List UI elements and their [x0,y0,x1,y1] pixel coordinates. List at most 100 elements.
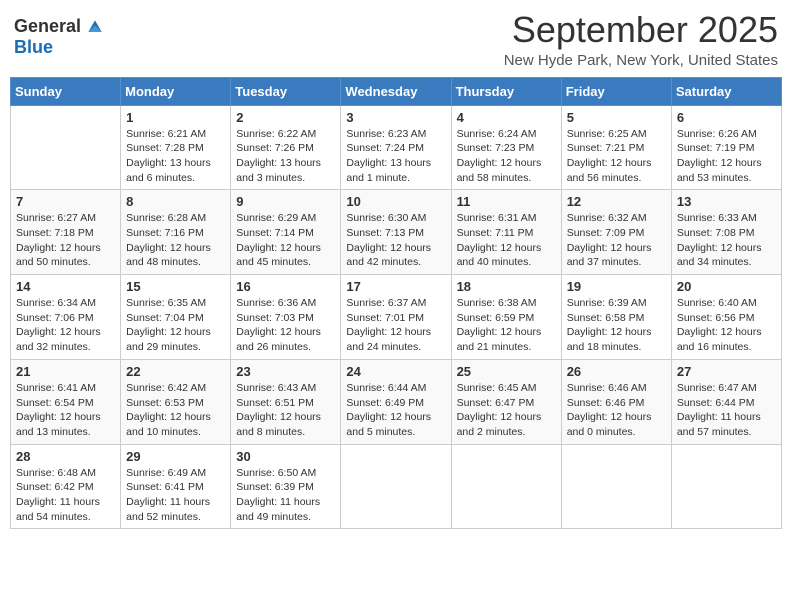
day-info: Sunrise: 6:21 AMSunset: 7:28 PMDaylight:… [126,127,225,186]
weekday-header-saturday: Saturday [671,77,781,105]
day-number: 22 [126,364,225,379]
day-number: 4 [457,110,556,125]
calendar-cell: 2 Sunrise: 6:22 AMSunset: 7:26 PMDaylight… [231,105,341,190]
calendar-cell: 17 Sunrise: 6:37 AMSunset: 7:01 PMDayligh… [341,275,451,360]
weekday-header-thursday: Thursday [451,77,561,105]
day-number: 27 [677,364,776,379]
calendar-cell: 24 Sunrise: 6:44 AMSunset: 6:49 PMDayligh… [341,359,451,444]
calendar-cell: 20 Sunrise: 6:40 AMSunset: 6:56 PMDayligh… [671,275,781,360]
calendar-cell: 29 Sunrise: 6:49 AMSunset: 6:41 PMDayligh… [121,444,231,529]
weekday-header-wednesday: Wednesday [341,77,451,105]
calendar-cell: 7Sunrise: 6:27 AMSunset: 7:18 PMDaylight… [11,190,121,275]
day-info: Sunrise: 6:45 AMSunset: 6:47 PMDaylight:… [457,381,556,440]
calendar-cell: 12Sunrise: 6:32 AMSunset: 7:09 PMDayligh… [561,190,671,275]
day-number: 17 [346,279,445,294]
day-info: Sunrise: 6:42 AMSunset: 6:53 PMDaylight:… [126,381,225,440]
calendar-cell: 18 Sunrise: 6:38 AMSunset: 6:59 PMDayligh… [451,275,561,360]
day-info: Sunrise: 6:31 AMSunset: 7:11 PMDaylight:… [457,211,556,270]
logo-general: General [14,16,81,37]
day-info: Sunrise: 6:38 AMSunset: 6:59 PMDaylight:… [457,296,556,355]
day-number: 26 [567,364,666,379]
day-number: 18 [457,279,556,294]
day-info: Sunrise: 6:36 AMSunset: 7:03 PMDaylight:… [236,296,335,355]
day-number: 3 [346,110,445,125]
day-number: 5 [567,110,666,125]
calendar-cell: 6Sunrise: 6:26 AMSunset: 7:19 PMDaylight… [671,105,781,190]
calendar-week-row: 1 Sunrise: 6:21 AMSunset: 7:28 PMDaylight… [11,105,782,190]
calendar-cell [341,444,451,529]
calendar-cell: 28 Sunrise: 6:48 AMSunset: 6:42 PMDayligh… [11,444,121,529]
day-info: Sunrise: 6:24 AMSunset: 7:23 PMDaylight:… [457,127,556,186]
day-info: Sunrise: 6:40 AMSunset: 6:56 PMDaylight:… [677,296,776,355]
day-number: 2 [236,110,335,125]
day-info: Sunrise: 6:28 AMSunset: 7:16 PMDaylight:… [126,211,225,270]
day-number: 15 [126,279,225,294]
day-number: 20 [677,279,776,294]
day-number: 16 [236,279,335,294]
day-number: 19 [567,279,666,294]
day-info: Sunrise: 6:29 AMSunset: 7:14 PMDaylight:… [236,211,335,270]
calendar-week-row: 7Sunrise: 6:27 AMSunset: 7:18 PMDaylight… [11,190,782,275]
calendar-cell: 14 Sunrise: 6:34 AMSunset: 7:06 PMDayligh… [11,275,121,360]
day-info: Sunrise: 6:25 AMSunset: 7:21 PMDaylight:… [567,127,666,186]
month-title: September 2025 [504,10,778,50]
calendar-cell [451,444,561,529]
day-info: Sunrise: 6:48 AMSunset: 6:42 PMDaylight:… [16,466,115,525]
weekday-header-tuesday: Tuesday [231,77,341,105]
day-number: 13 [677,194,776,209]
day-info: Sunrise: 6:30 AMSunset: 7:13 PMDaylight:… [346,211,445,270]
day-info: Sunrise: 6:33 AMSunset: 7:08 PMDaylight:… [677,211,776,270]
calendar-header-row: SundayMondayTuesdayWednesdayThursdayFrid… [11,77,782,105]
calendar-cell: 3Sunrise: 6:23 AMSunset: 7:24 PMDaylight… [341,105,451,190]
calendar-week-row: 28 Sunrise: 6:48 AMSunset: 6:42 PMDayligh… [11,444,782,529]
day-number: 23 [236,364,335,379]
day-info: Sunrise: 6:34 AMSunset: 7:06 PMDaylight:… [16,296,115,355]
day-info: Sunrise: 6:43 AMSunset: 6:51 PMDaylight:… [236,381,335,440]
day-info: Sunrise: 6:46 AMSunset: 6:46 PMDaylight:… [567,381,666,440]
logo-blue: Blue [14,37,53,58]
day-number: 1 [126,110,225,125]
day-number: 11 [457,194,556,209]
day-info: Sunrise: 6:41 AMSunset: 6:54 PMDaylight:… [16,381,115,440]
calendar-cell: 26 Sunrise: 6:46 AMSunset: 6:46 PMDayligh… [561,359,671,444]
day-info: Sunrise: 6:50 AMSunset: 6:39 PMDaylight:… [236,466,335,525]
day-number: 10 [346,194,445,209]
day-number: 8 [126,194,225,209]
day-number: 29 [126,449,225,464]
calendar-cell: 21 Sunrise: 6:41 AMSunset: 6:54 PMDayligh… [11,359,121,444]
calendar-cell: 11 Sunrise: 6:31 AMSunset: 7:11 PMDayligh… [451,190,561,275]
calendar-cell: 25 Sunrise: 6:45 AMSunset: 6:47 PMDayligh… [451,359,561,444]
day-number: 24 [346,364,445,379]
day-number: 30 [236,449,335,464]
calendar-cell: 22 Sunrise: 6:42 AMSunset: 6:53 PMDayligh… [121,359,231,444]
page-header: General Blue September 2025 New Hyde Par… [10,10,782,69]
calendar-cell: 1 Sunrise: 6:21 AMSunset: 7:28 PMDaylight… [121,105,231,190]
logo: General Blue [14,16,105,58]
calendar-cell: 8 Sunrise: 6:28 AMSunset: 7:16 PMDaylight… [121,190,231,275]
calendar-cell: 30 Sunrise: 6:50 AMSunset: 6:39 PMDayligh… [231,444,341,529]
day-number: 21 [16,364,115,379]
day-info: Sunrise: 6:37 AMSunset: 7:01 PMDaylight:… [346,296,445,355]
weekday-header-sunday: Sunday [11,77,121,105]
calendar-cell: 16 Sunrise: 6:36 AMSunset: 7:03 PMDayligh… [231,275,341,360]
logo-icon [85,17,105,37]
calendar-week-row: 21 Sunrise: 6:41 AMSunset: 6:54 PMDayligh… [11,359,782,444]
day-number: 25 [457,364,556,379]
day-info: Sunrise: 6:22 AMSunset: 7:26 PMDaylight:… [236,127,335,186]
day-info: Sunrise: 6:44 AMSunset: 6:49 PMDaylight:… [346,381,445,440]
calendar-table: SundayMondayTuesdayWednesdayThursdayFrid… [10,77,782,530]
day-number: 14 [16,279,115,294]
day-info: Sunrise: 6:39 AMSunset: 6:58 PMDaylight:… [567,296,666,355]
calendar-cell: 13 Sunrise: 6:33 AMSunset: 7:08 PMDayligh… [671,190,781,275]
title-area: September 2025 New Hyde Park, New York, … [504,10,778,69]
day-info: Sunrise: 6:27 AMSunset: 7:18 PMDaylight:… [16,211,115,270]
location: New Hyde Park, New York, United States [504,52,778,69]
calendar-cell: 9Sunrise: 6:29 AMSunset: 7:14 PMDaylight… [231,190,341,275]
day-info: Sunrise: 6:49 AMSunset: 6:41 PMDaylight:… [126,466,225,525]
day-number: 28 [16,449,115,464]
weekday-header-monday: Monday [121,77,231,105]
calendar-cell: 19 Sunrise: 6:39 AMSunset: 6:58 PMDayligh… [561,275,671,360]
day-number: 6 [677,110,776,125]
day-info: Sunrise: 6:35 AMSunset: 7:04 PMDaylight:… [126,296,225,355]
calendar-week-row: 14 Sunrise: 6:34 AMSunset: 7:06 PMDayligh… [11,275,782,360]
